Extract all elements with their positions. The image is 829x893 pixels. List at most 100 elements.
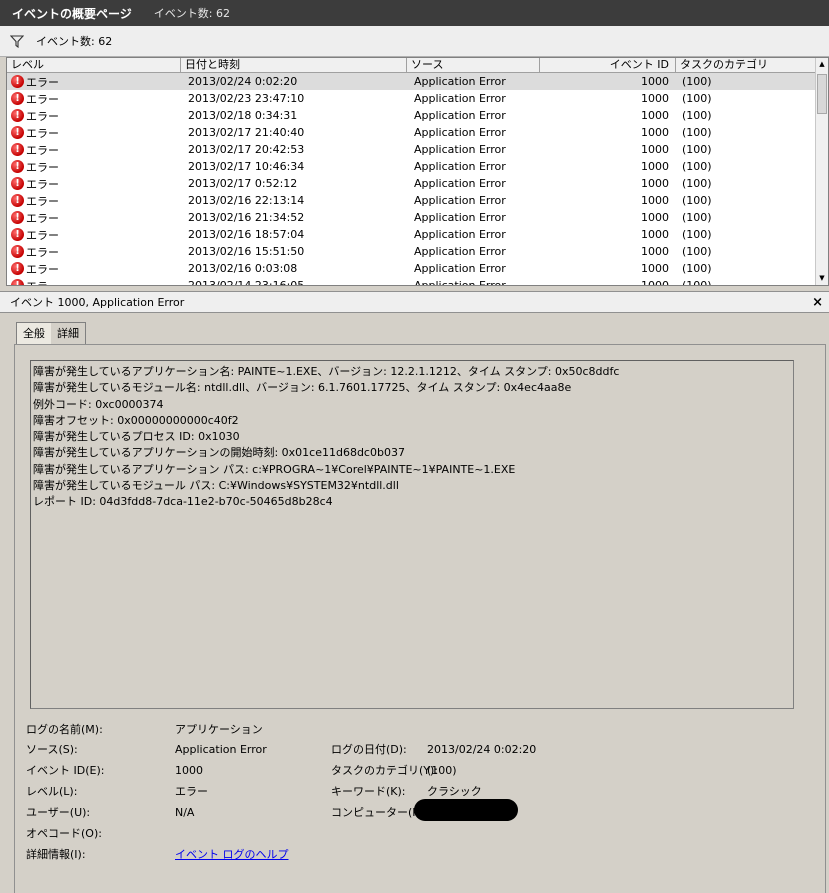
level-text: エラー bbox=[26, 109, 59, 123]
table-row[interactable]: ! エラー 2013/02/16 22:13:14 Application Error… bbox=[7, 192, 817, 209]
event-log-help-link[interactable]: イベント ログのヘルプ bbox=[175, 847, 289, 863]
cell-level: ! エラー bbox=[7, 176, 181, 192]
cell-source: Application Error bbox=[414, 126, 506, 139]
more-info-label: 詳細情報(I): bbox=[26, 848, 86, 861]
cell-task-category: (100) bbox=[682, 245, 712, 258]
cell-date-time: 2013/02/23 23:47:10 bbox=[188, 92, 305, 105]
table-row[interactable]: ! エラー 2013/02/17 10:46:34 Application Error… bbox=[7, 158, 817, 175]
level-text: エラー bbox=[26, 177, 59, 191]
table-row[interactable]: ! エラー 2013/02/18 0:34:31 Application Error 1… bbox=[7, 107, 817, 124]
cell-event-id: 1000 bbox=[641, 75, 669, 88]
event-count: イベント数: 62 bbox=[153, 7, 230, 20]
event-list: レベル 日付と時刻 ソース イベント ID タスクのカテゴリ ! エラー 2013/… bbox=[6, 57, 829, 286]
error-icon: ! bbox=[11, 262, 24, 275]
event-description[interactable]: 障害が発生しているアプリケーション名: PAINTE~1.EXE、バージョン: … bbox=[30, 360, 794, 709]
level-text: エラー bbox=[26, 194, 59, 208]
detail-tabs: 全般 詳細 bbox=[16, 322, 86, 345]
error-icon: ! bbox=[11, 245, 24, 258]
table-row[interactable]: ! エラー 2013/02/17 0:52:12 Application Error 1… bbox=[7, 175, 817, 192]
cell-event-id: 1000 bbox=[641, 92, 669, 105]
scroll-down-icon[interactable]: ▼ bbox=[816, 272, 828, 285]
cell-date-time: 2013/02/17 21:40:40 bbox=[188, 126, 305, 139]
level-text: エラー bbox=[26, 126, 59, 140]
cell-level: ! エラー bbox=[7, 244, 181, 260]
opcode-label: オペコード(O): bbox=[26, 827, 102, 840]
level-text: エラー bbox=[26, 92, 59, 106]
user-label: ユーザー(U): bbox=[26, 806, 91, 819]
scroll-thumb[interactable] bbox=[817, 74, 827, 114]
event-detail-title: イベント 1000, Application Error bbox=[10, 296, 185, 309]
table-row[interactable]: ! エラー 2013/02/14 23:16:05 Application Error… bbox=[7, 277, 817, 286]
event-id-label: イベント ID(E): bbox=[26, 764, 105, 777]
table-row[interactable]: ! エラー 2013/02/16 21:34:52 Application Error… bbox=[7, 209, 817, 226]
cell-event-id: 1000 bbox=[641, 194, 669, 207]
redacted-computer-name bbox=[414, 799, 518, 821]
cell-event-id: 1000 bbox=[641, 211, 669, 224]
cell-event-id: 1000 bbox=[641, 143, 669, 156]
table-row[interactable]: ! エラー 2013/02/16 18:57:04 Application Error… bbox=[7, 226, 817, 243]
tab-general[interactable]: 全般 bbox=[16, 322, 52, 345]
cell-task-category: (100) bbox=[682, 143, 712, 156]
description-line: 障害が発生しているアプリケーション パス: c:¥PROGRA~1¥Corel¥… bbox=[33, 462, 516, 476]
table-row[interactable]: ! エラー 2013/02/16 15:51:50 Application Error… bbox=[7, 243, 817, 260]
column-date-time[interactable]: 日付と時刻 bbox=[181, 58, 407, 73]
column-task-category[interactable]: タスクのカテゴリ bbox=[676, 58, 817, 73]
cell-task-category: (100) bbox=[682, 228, 712, 241]
table-row[interactable]: ! エラー 2013/02/17 20:42:53 Application Error… bbox=[7, 141, 817, 158]
cell-source: Application Error bbox=[414, 245, 506, 258]
table-row[interactable]: ! エラー 2013/02/23 23:47:10 Application Error… bbox=[7, 90, 817, 107]
level-text: エラー bbox=[26, 245, 59, 259]
level-value: エラー bbox=[175, 785, 208, 798]
cell-task-category: (100) bbox=[682, 160, 712, 173]
close-icon[interactable]: × bbox=[812, 295, 823, 310]
cell-source: Application Error bbox=[414, 92, 506, 105]
error-icon: ! bbox=[11, 279, 24, 285]
error-icon: ! bbox=[11, 177, 24, 190]
cell-task-category: (100) bbox=[682, 109, 712, 122]
cell-date-time: 2013/02/16 21:34:52 bbox=[188, 211, 305, 224]
description-line: 障害が発生しているアプリケーションの開始時刻: 0x01ce11d68dc0b0… bbox=[33, 446, 405, 460]
cell-task-category: (100) bbox=[682, 75, 712, 88]
cell-date-time: 2013/02/14 23:16:05 bbox=[188, 279, 305, 286]
logged-value: 2013/02/24 0:02:20 bbox=[427, 743, 537, 756]
column-event-id[interactable]: イベント ID bbox=[540, 58, 676, 73]
cell-source: Application Error bbox=[414, 211, 506, 224]
error-icon: ! bbox=[11, 211, 24, 224]
column-source[interactable]: ソース bbox=[407, 58, 540, 73]
cell-task-category: (100) bbox=[682, 194, 712, 207]
page-title: イベントの概要ページ bbox=[12, 6, 132, 21]
level-text: エラー bbox=[26, 160, 59, 174]
column-level[interactable]: レベル bbox=[7, 58, 181, 73]
filter-event-count: イベント数: 62 bbox=[36, 35, 113, 48]
level-text: エラー bbox=[26, 228, 59, 242]
cell-event-id: 1000 bbox=[641, 177, 669, 190]
task-category-label: タスクのカテゴリ(Y): bbox=[331, 764, 439, 777]
cell-event-id: 1000 bbox=[641, 126, 669, 139]
cell-event-id: 1000 bbox=[641, 160, 669, 173]
filter-icon[interactable] bbox=[10, 34, 24, 48]
cell-level: ! エラー bbox=[7, 125, 181, 141]
cell-source: Application Error bbox=[414, 109, 506, 122]
cell-date-time: 2013/02/17 0:52:12 bbox=[188, 177, 298, 190]
table-row[interactable]: ! エラー 2013/02/17 21:40:40 Application Error… bbox=[7, 124, 817, 141]
level-text: エラー bbox=[26, 279, 59, 286]
cell-level: ! エラー bbox=[7, 91, 181, 107]
error-icon: ! bbox=[11, 75, 24, 88]
cell-level: ! エラー bbox=[7, 278, 181, 286]
description-line: 障害が発生しているアプリケーション名: PAINTE~1.EXE、バージョン: … bbox=[33, 365, 620, 378]
source-value: Application Error bbox=[175, 743, 267, 756]
cell-source: Application Error bbox=[414, 194, 506, 207]
table-row[interactable]: ! エラー 2013/02/24 0:02:20 Application Error 1… bbox=[7, 73, 817, 90]
event-rows: ! エラー 2013/02/24 0:02:20 Application Error 1… bbox=[7, 73, 817, 286]
log-name-value: アプリケーション bbox=[175, 723, 263, 736]
description-line: 障害が発生しているモジュール パス: C:¥Windows¥SYSTEM32¥n… bbox=[33, 479, 399, 493]
scroll-up-icon[interactable]: ▲ bbox=[816, 58, 828, 71]
error-icon: ! bbox=[11, 109, 24, 122]
tab-details[interactable]: 詳細 bbox=[51, 322, 86, 344]
description-line: 例外コード: 0xc0000374 bbox=[33, 397, 164, 411]
cell-event-id: 1000 bbox=[641, 262, 669, 275]
error-icon: ! bbox=[11, 143, 24, 156]
event-list-scrollbar[interactable]: ▲ ▼ bbox=[815, 58, 828, 285]
cell-source: Application Error bbox=[414, 143, 506, 156]
table-row[interactable]: ! エラー 2013/02/16 0:03:08 Application Error 1… bbox=[7, 260, 817, 277]
